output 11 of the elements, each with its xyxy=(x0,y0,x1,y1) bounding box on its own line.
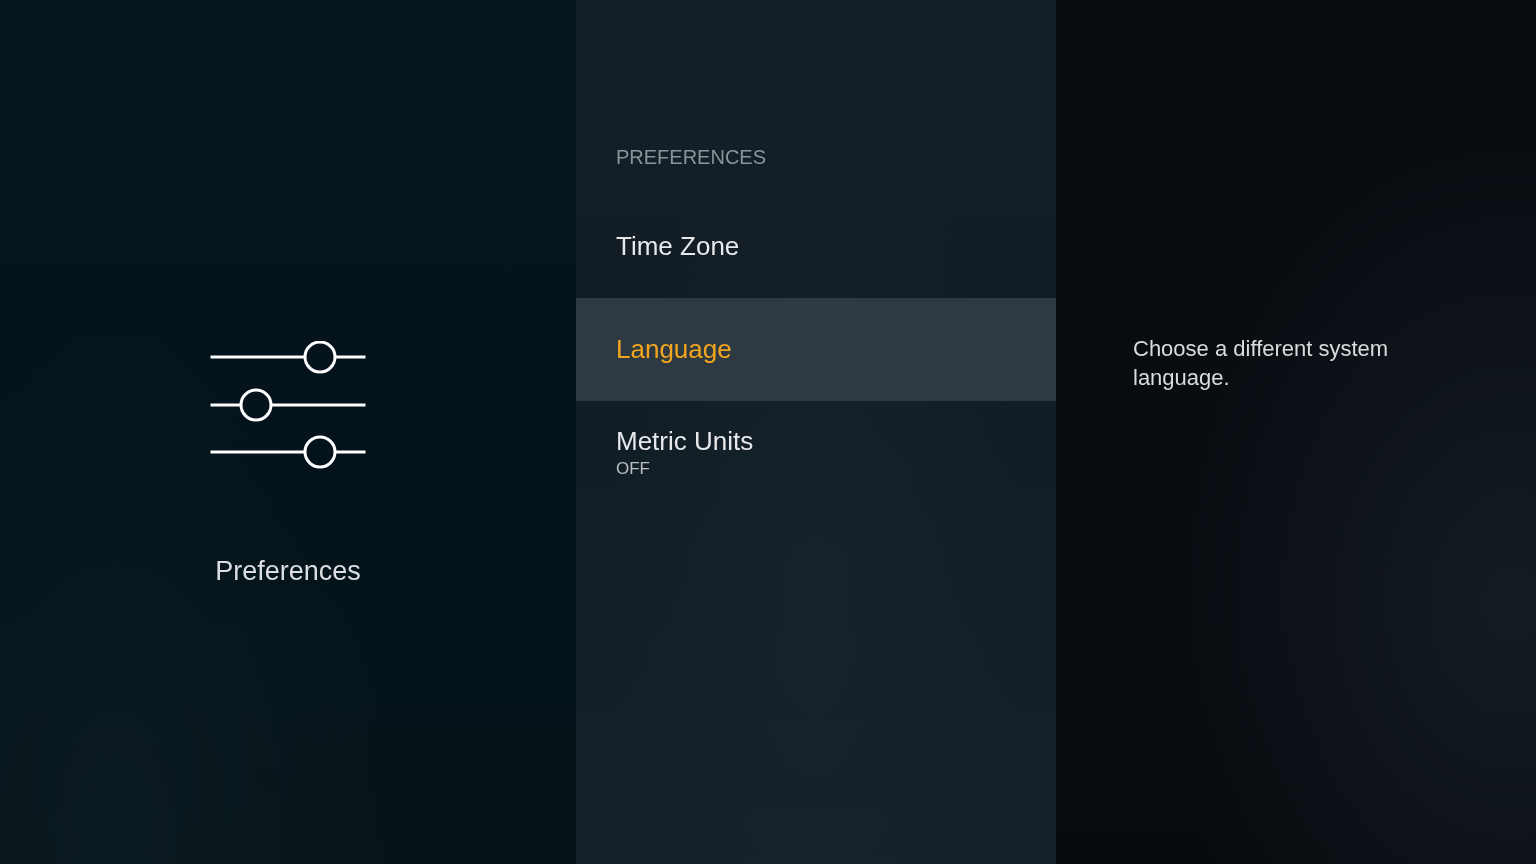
sliders-icon xyxy=(209,341,367,469)
item-label: Time Zone xyxy=(616,230,741,263)
description-text: Choose a different system language. xyxy=(1133,335,1390,393)
item-value: OFF xyxy=(616,457,651,480)
item-label: Metric Units xyxy=(616,425,755,458)
item-label: Language xyxy=(616,333,733,366)
menu-heading: PREFERENCES xyxy=(615,145,768,170)
menu-item[interactable]: Time Zone xyxy=(576,195,1056,298)
menu-item[interactable]: Metric Units OFF xyxy=(576,401,1056,504)
category-title: Preferences xyxy=(215,555,361,588)
menu-item[interactable]: Language xyxy=(576,298,1056,401)
